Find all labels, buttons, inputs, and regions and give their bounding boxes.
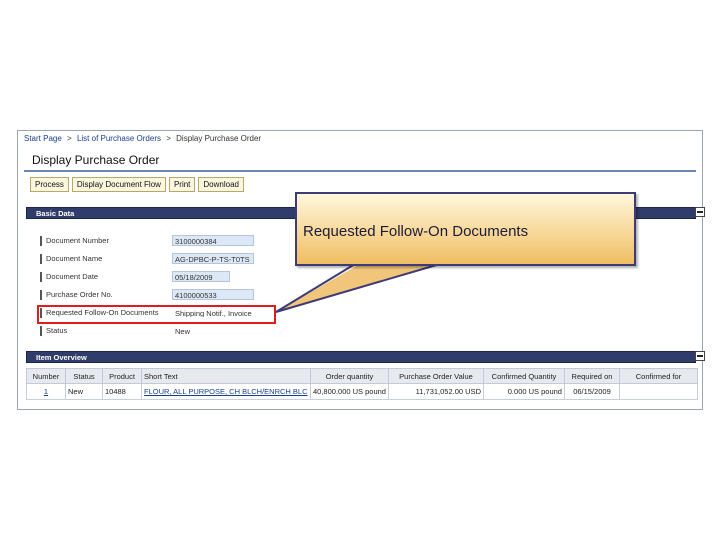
callout-box: Requested Follow-On Documents [295, 192, 636, 266]
callout-pointer [275, 263, 441, 313]
callout-text: Requested Follow-On Documents [303, 223, 529, 240]
